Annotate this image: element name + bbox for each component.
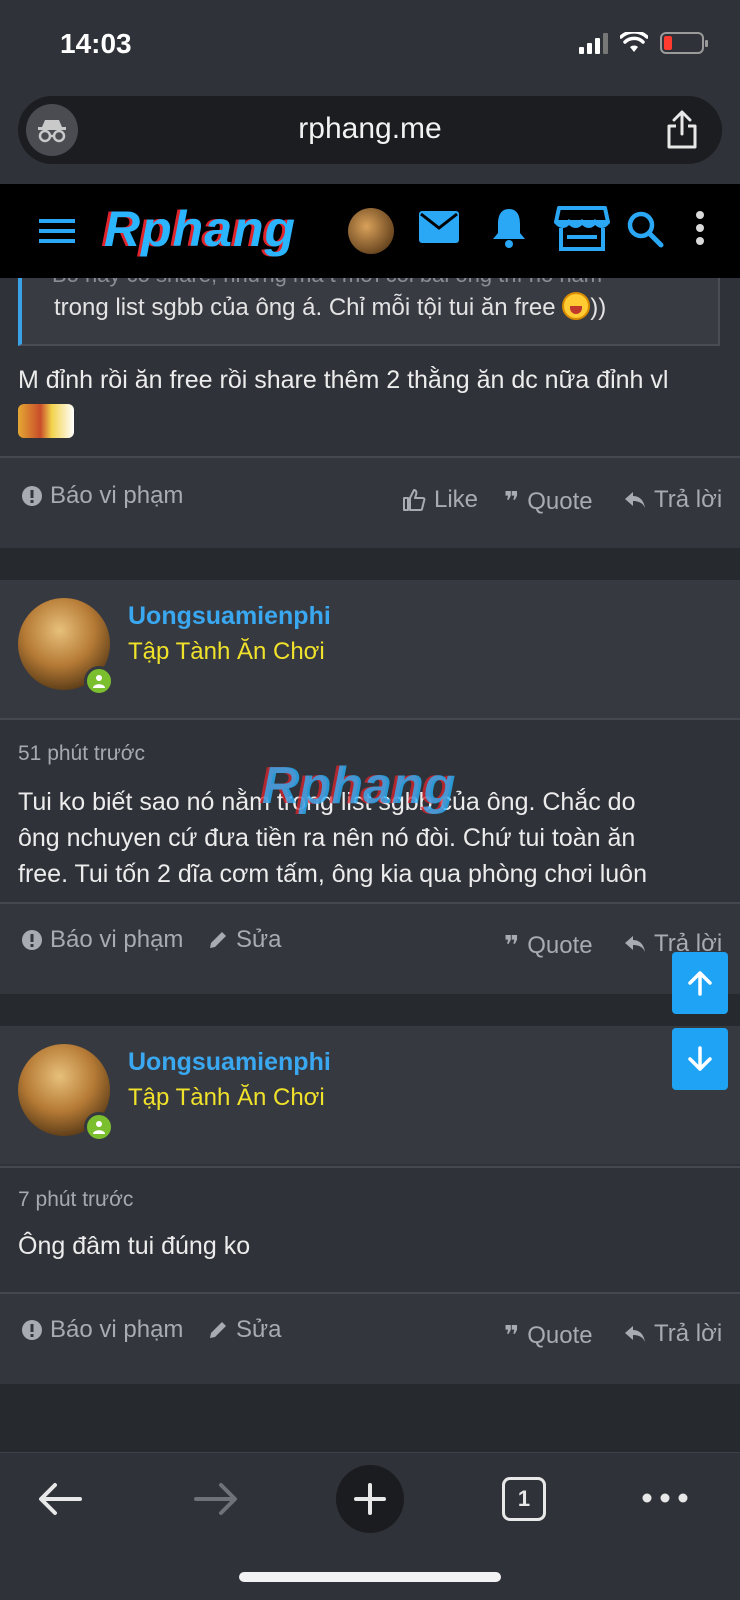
plus-icon [354, 1483, 386, 1515]
battery-icon [660, 32, 708, 54]
quote-marks-icon: ❞ [504, 486, 520, 516]
reply-button[interactable]: Trả lời [624, 486, 722, 514]
home-indicator[interactable] [239, 1572, 501, 1582]
sticker-icon [18, 404, 74, 438]
back-button[interactable] [36, 1479, 84, 1519]
post-header: Uongsuamienphi Tập Tành Ăn Chơi [0, 1026, 740, 1164]
quote-block: Bố hay có share, nhưng mà t mới coi bài … [18, 262, 720, 346]
edit-button[interactable]: Sửa [208, 926, 281, 954]
username-link[interactable]: Uongsuamienphi [128, 1048, 331, 1077]
arrow-up-icon [688, 971, 712, 996]
address-bar[interactable]: rphang.me [18, 96, 722, 164]
scroll-down-button[interactable] [672, 1028, 728, 1090]
online-status-icon [84, 1112, 114, 1142]
username-link[interactable]: Uongsuamienphi [128, 602, 331, 631]
post-actions: Báo vi phạm Sửa ❞ Quote Trả lời [0, 904, 740, 994]
report-button[interactable]: Báo vi phạm [22, 926, 183, 954]
reply-icon [625, 492, 645, 508]
share-icon[interactable] [664, 110, 700, 150]
alert-icon [22, 486, 42, 506]
user-title: Tập Tành Ăn Chơi [128, 638, 325, 665]
report-button[interactable]: Báo vi phạm [22, 1316, 183, 1344]
reply-icon [625, 936, 645, 952]
forward-arrow-icon [194, 1483, 237, 1515]
post-actions: Báo vi phạm Like ❞ Quote Trả lời [0, 458, 740, 548]
more-vertical-icon[interactable] [692, 210, 708, 246]
reply-icon [625, 1326, 645, 1342]
pencil-icon [210, 932, 226, 948]
post-header: Uongsuamienphi Tập Tành Ăn Chơi [0, 580, 740, 718]
quote-button[interactable]: ❞ Quote [504, 1320, 593, 1351]
like-button[interactable]: Like [402, 486, 478, 514]
thumbs-up-icon [403, 489, 426, 511]
bell-icon[interactable] [490, 206, 528, 248]
post-separator [0, 994, 740, 1026]
online-status-icon [84, 666, 114, 696]
laughing-emoji-icon [562, 292, 591, 320]
post-text: Ông đâm tui đúng ko [18, 1232, 251, 1260]
shop-icon[interactable] [554, 204, 610, 252]
new-tab-button[interactable] [336, 1465, 404, 1533]
quote-button[interactable]: ❞ Quote [504, 930, 593, 961]
wifi-icon [620, 32, 648, 52]
status-icons [579, 32, 708, 54]
scroll-up-button[interactable] [672, 952, 728, 1014]
post-message: M đỉnh rồi ăn free rồi share thêm 2 thằn… [18, 362, 668, 448]
post-time[interactable]: 51 phút trước [18, 742, 145, 766]
post-actions: Báo vi phạm Sửa ❞ Quote Trả lời [0, 1294, 740, 1384]
arrow-down-icon [688, 1046, 712, 1071]
site-logo[interactable]: Rphang [104, 200, 296, 258]
tab-count: 1 [502, 1477, 546, 1521]
cellular-signal-icon [579, 32, 608, 54]
watermark-logo: Rphang [262, 757, 456, 815]
status-bar: 14:03 [0, 0, 740, 92]
alert-icon [22, 930, 42, 950]
user-title: Tập Tành Ăn Chơi [128, 1084, 325, 1111]
menu-icon[interactable] [38, 212, 76, 250]
post-time[interactable]: 7 phút trước [18, 1188, 133, 1212]
quote-marks-icon: ❞ [504, 930, 520, 960]
status-time: 14:03 [60, 28, 132, 59]
more-menu-button[interactable] [640, 1483, 690, 1513]
user-avatar[interactable] [18, 598, 114, 696]
forward-button[interactable] [192, 1479, 240, 1519]
header-avatar[interactable] [348, 208, 394, 254]
alert-icon [22, 1320, 42, 1340]
search-icon[interactable] [626, 210, 664, 248]
more-horizontal-icon [642, 1493, 688, 1503]
quote-marks-icon: ❞ [504, 1320, 520, 1350]
site-header: Rphang [0, 184, 740, 278]
post-separator [0, 548, 740, 580]
post-separator [0, 1384, 740, 1452]
user-avatar[interactable] [18, 1044, 114, 1142]
reply-button[interactable]: Trả lời [624, 1320, 722, 1348]
edit-button[interactable]: Sửa [208, 1316, 281, 1344]
url-text[interactable]: rphang.me [18, 112, 722, 146]
quote-text: trong list sgbb của ông á. Chỉ mỗi tội t… [54, 292, 607, 321]
pencil-icon [210, 1322, 226, 1338]
report-button[interactable]: Báo vi phạm [22, 482, 183, 510]
quote-button[interactable]: ❞ Quote [504, 486, 593, 517]
tabs-button[interactable]: 1 [502, 1477, 546, 1521]
mail-icon[interactable] [418, 210, 460, 244]
post-body: 7 phút trước Ông đâm tui đúng ko [0, 1168, 740, 1292]
back-arrow-icon [39, 1483, 82, 1515]
